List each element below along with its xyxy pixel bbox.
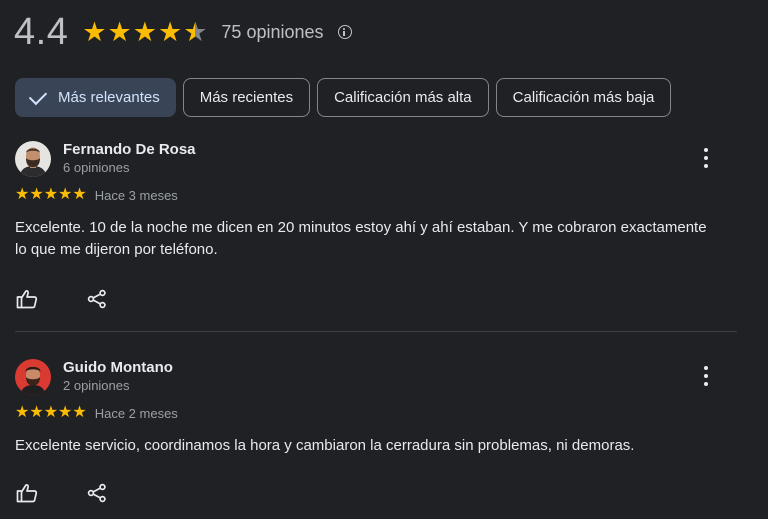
review-meta: ★ ★ ★ ★ ★ Hace 2 meses <box>15 405 178 421</box>
review-actions <box>15 481 109 505</box>
chip-most-recent[interactable]: Más recientes <box>182 78 311 117</box>
reviewer-name[interactable]: Guido Montano <box>63 359 173 376</box>
star-icon: ★ <box>29 404 44 421</box>
reviewer-review-count: 2 opiniones <box>63 378 130 393</box>
thumbs-up-icon[interactable] <box>15 287 39 311</box>
thumbs-up-icon[interactable] <box>15 481 39 505</box>
rating-summary: 4.4 ★ ★ ★ ★ ★ 75 opiniones <box>14 6 352 58</box>
chip-lowest-rating[interactable]: Calificación más baja <box>495 78 672 117</box>
review-card: Guido Montano 2 opiniones ★ ★ ★ ★ ★ Hace 2 m… <box>15 359 737 519</box>
star-icon: ★ <box>43 186 59 203</box>
share-icon[interactable] <box>85 287 109 311</box>
more-options-icon[interactable] <box>703 366 709 386</box>
more-options-icon[interactable] <box>703 148 709 168</box>
chip-most-relevant[interactable]: Más relevantes <box>15 78 176 117</box>
review-text: Excelente. 10 de la noche me dicen en 20… <box>15 219 707 258</box>
chip-label: Calificación más baja <box>512 89 655 106</box>
star-icon: ★ <box>15 404 30 421</box>
average-rating: 4.4 <box>14 10 69 53</box>
star-icon: ★ <box>29 186 44 203</box>
star-icon: ★ <box>15 186 30 203</box>
sort-chips: Más relevantes Más recientes Calificació… <box>15 78 672 117</box>
chip-label: Más relevantes <box>58 89 160 106</box>
check-icon <box>28 86 48 105</box>
star-icon: ★ <box>58 404 73 421</box>
star-icon: ★ <box>157 16 183 47</box>
review-actions <box>15 287 109 311</box>
review-meta: ★ ★ ★ ★ ★ Hace 3 meses <box>15 187 178 203</box>
star-icon: ★ <box>58 186 73 203</box>
review-date: Hace 2 meses <box>94 405 178 421</box>
reviewer-name[interactable]: Fernando De Rosa <box>63 141 196 158</box>
review-date: Hace 3 meses <box>94 187 178 203</box>
reviewer-review-count: 6 opiniones <box>63 160 130 175</box>
avatar[interactable] <box>15 359 51 395</box>
review-divider <box>15 331 737 332</box>
avatar[interactable] <box>15 141 51 177</box>
star-icon: ★ <box>132 16 157 47</box>
review-text: Excelente servicio, coordinamos la hora … <box>15 437 635 454</box>
star-icon: ★ <box>82 16 107 47</box>
chip-label: Más recientes <box>199 89 294 106</box>
star-icon: ★ <box>72 404 87 421</box>
review-stars: ★ ★ ★ ★ ★ <box>15 405 87 421</box>
share-icon[interactable] <box>85 481 109 505</box>
chip-highest-rating[interactable]: Calificación más alta <box>317 78 489 117</box>
review-count: 75 opiniones <box>221 21 324 42</box>
average-stars: ★ ★ ★ ★ ★ <box>82 16 208 47</box>
star-icon: ★ <box>72 186 87 203</box>
info-icon[interactable] <box>337 25 352 39</box>
half-star-icon: ★ <box>183 16 208 47</box>
chip-label: Calificación más alta <box>334 89 472 106</box>
review-card: Fernando De Rosa 6 opiniones ★ ★ ★ ★ ★ Hace … <box>15 141 737 311</box>
review-stars: ★ ★ ★ ★ ★ <box>15 187 87 203</box>
star-icon: ★ <box>107 16 132 47</box>
star-icon: ★ <box>43 404 59 421</box>
